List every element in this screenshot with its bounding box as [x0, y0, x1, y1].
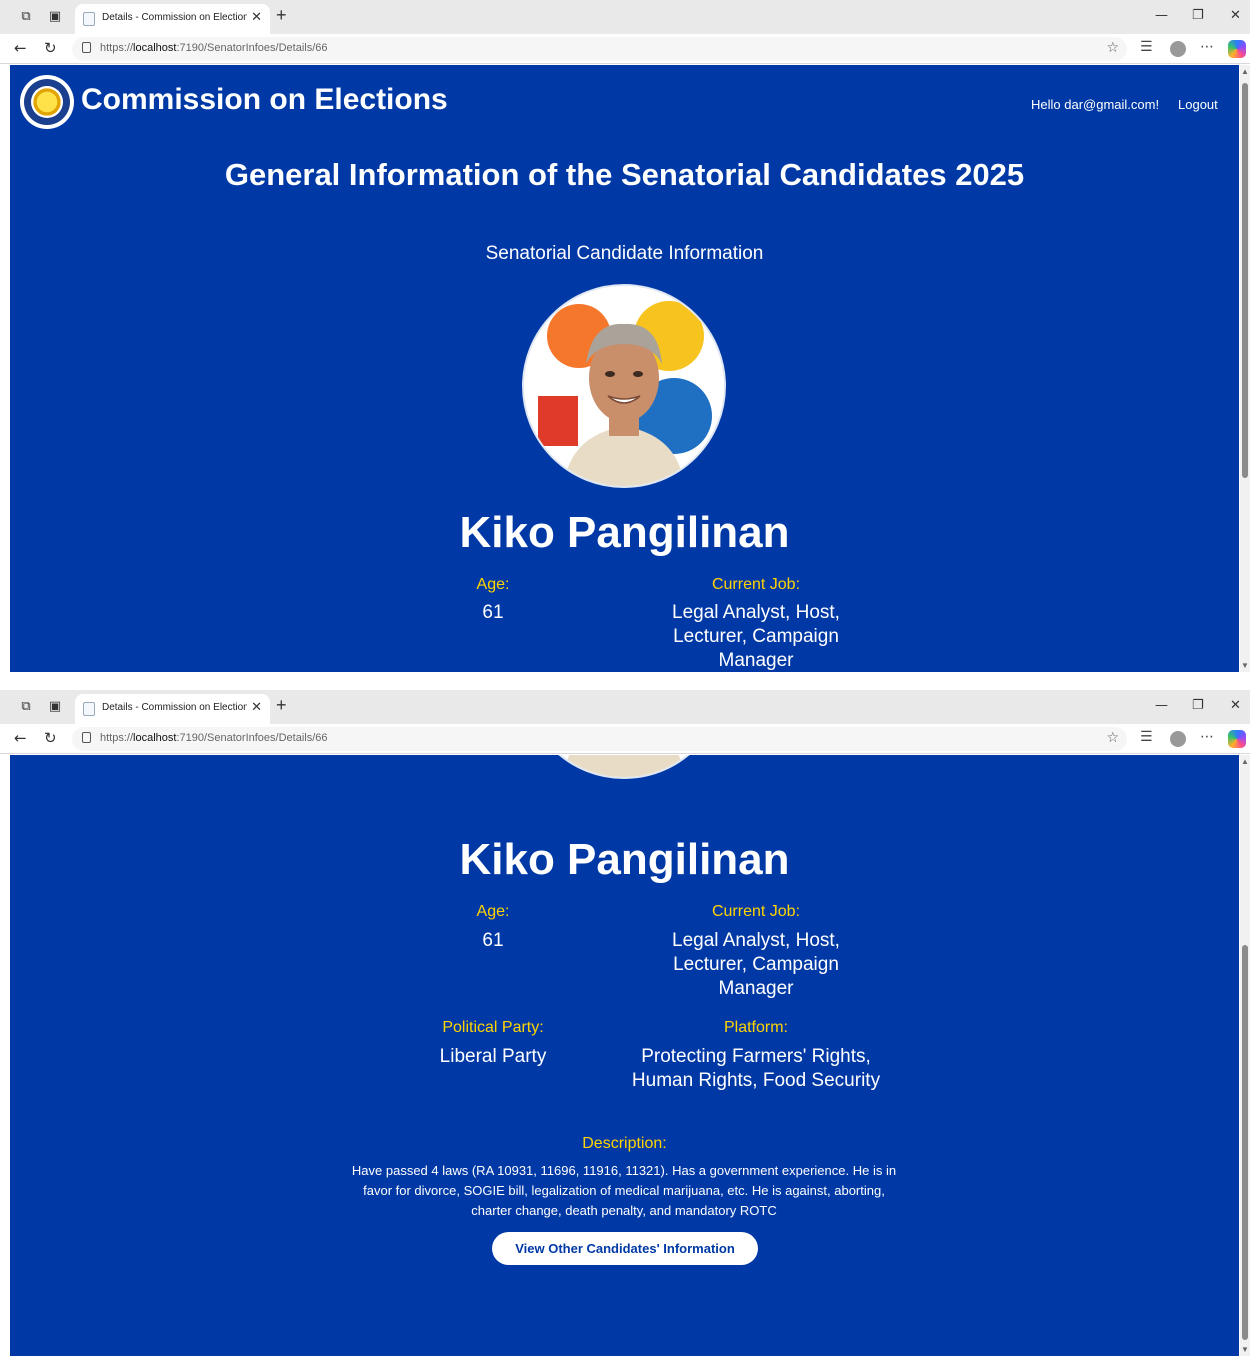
browser-tab[interactable]: Details - Commission on Election ✕	[75, 694, 270, 724]
page-title: General Information of the Senatorial Ca…	[224, 157, 1025, 192]
more-icon[interactable]: ⋯	[1200, 729, 1214, 745]
copilot-icon[interactable]	[1228, 730, 1246, 748]
age-value: 61	[482, 602, 504, 623]
page-scrollbar[interactable]: ▲ ▼	[1240, 65, 1250, 672]
new-tab-icon[interactable]: +	[276, 695, 287, 716]
logout-link[interactable]: Logout	[1178, 97, 1218, 112]
job-value: Legal Analyst, Host, Lecturer, Campaign …	[672, 602, 840, 671]
tab-actions-icon[interactable]: ▣	[47, 699, 63, 715]
more-icon[interactable]: ⋯	[1200, 39, 1214, 55]
url-text: https://localhost:7190/SenatorInfoes/Det…	[100, 42, 328, 54]
tab-title: Details - Commission on Election	[102, 12, 247, 23]
lock-icon	[82, 42, 91, 53]
page-favicon	[83, 702, 95, 716]
job-value: Legal Analyst, Host, Lecturer, Campaign …	[672, 930, 840, 999]
candidate-photo	[522, 755, 726, 779]
description-text: Have passed 4 laws (RA 10931, 11696, 119…	[351, 1163, 897, 1218]
platform-value: Protecting Farmers' Rights, Human Rights…	[631, 1046, 881, 1091]
page-viewport: Commission on Elections Hello dar@gmail.…	[10, 65, 1239, 672]
back-icon[interactable]: ←	[14, 39, 27, 57]
tab-bar: ⧉ ▣ Details - Commission on Election ✕ +…	[0, 0, 1250, 34]
page-favicon	[83, 12, 95, 26]
party-value: Liberal Party	[439, 1046, 547, 1067]
age-label: Age:	[476, 903, 510, 920]
page-viewport: Commission on Elections Hello dar@gmail.…	[10, 755, 1239, 1356]
workspaces-icon[interactable]: ⧉	[18, 699, 34, 715]
page-scrollbar[interactable]: ▲ ▼	[1240, 755, 1250, 1356]
favorites-icon[interactable]: ☰	[1140, 729, 1153, 745]
minimize-icon[interactable]: —	[1155, 698, 1168, 713]
favorites-icon[interactable]: ☰	[1140, 39, 1153, 55]
restore-icon[interactable]: ❐	[1192, 698, 1204, 713]
star-icon[interactable]: ☆	[1106, 730, 1119, 746]
browser-tab[interactable]: Details - Commission on Election ✕	[75, 4, 270, 34]
address-bar: ← ↻ https://localhost:7190/SenatorInfoes…	[0, 724, 1250, 754]
candidate-name: Kiko Pangilinan	[459, 835, 790, 884]
back-icon[interactable]: ←	[14, 729, 27, 747]
close-icon[interactable]: ✕	[251, 700, 262, 715]
user-greeting[interactable]: Hello dar@gmail.com!	[1031, 97, 1159, 112]
url-text: https://localhost:7190/SenatorInfoes/Det…	[100, 732, 328, 744]
party-label: Political Party:	[442, 1019, 544, 1036]
window-close-icon[interactable]: ✕	[1230, 698, 1241, 713]
job-label: Current Job:	[711, 903, 801, 920]
copilot-icon[interactable]	[1228, 40, 1246, 58]
platform-label: Platform:	[723, 1019, 788, 1036]
restore-icon[interactable]: ❐	[1192, 8, 1204, 23]
tab-bar: ⧉ ▣ Details - Commission on Election ✕ +…	[0, 690, 1250, 724]
url-field[interactable]: https://localhost:7190/SenatorInfoes/Det…	[72, 37, 1127, 61]
tab-actions-icon[interactable]: ▣	[47, 9, 63, 25]
age-value: 61	[482, 930, 504, 951]
candidate-photo	[522, 284, 726, 488]
section-title: Senatorial Candidate Information	[485, 243, 764, 264]
candidate-name: Kiko Pangilinan	[459, 508, 790, 557]
comelec-seal-icon[interactable]	[20, 75, 74, 129]
browser-window-bottom: ⧉ ▣ Details - Commission on Election ✕ +…	[0, 690, 1250, 1356]
new-tab-icon[interactable]: +	[276, 5, 287, 26]
minimize-icon[interactable]: —	[1155, 8, 1168, 23]
close-icon[interactable]: ✕	[251, 10, 262, 25]
workspaces-icon[interactable]: ⧉	[18, 9, 34, 25]
profile-icon[interactable]	[1170, 731, 1186, 747]
window-close-icon[interactable]: ✕	[1230, 8, 1241, 23]
refresh-icon[interactable]: ↻	[44, 729, 57, 747]
age-label: Age:	[476, 576, 510, 593]
star-icon[interactable]: ☆	[1106, 40, 1119, 56]
description-label: Description:	[582, 1135, 667, 1152]
site-brand[interactable]: Commission on Elections	[81, 83, 448, 117]
refresh-icon[interactable]: ↻	[44, 39, 57, 57]
tab-title: Details - Commission on Election	[102, 702, 247, 713]
profile-icon[interactable]	[1170, 41, 1186, 57]
lock-icon	[82, 732, 91, 743]
job-label: Current Job:	[711, 576, 801, 593]
view-other-candidates-button[interactable]: View Other Candidates' Information	[492, 1232, 758, 1265]
address-bar: ← ↻ https://localhost:7190/SenatorInfoes…	[0, 34, 1250, 64]
browser-window-top: ⧉ ▣ Details - Commission on Election ✕ +…	[0, 0, 1250, 672]
url-field[interactable]: https://localhost:7190/SenatorInfoes/Det…	[72, 727, 1127, 751]
